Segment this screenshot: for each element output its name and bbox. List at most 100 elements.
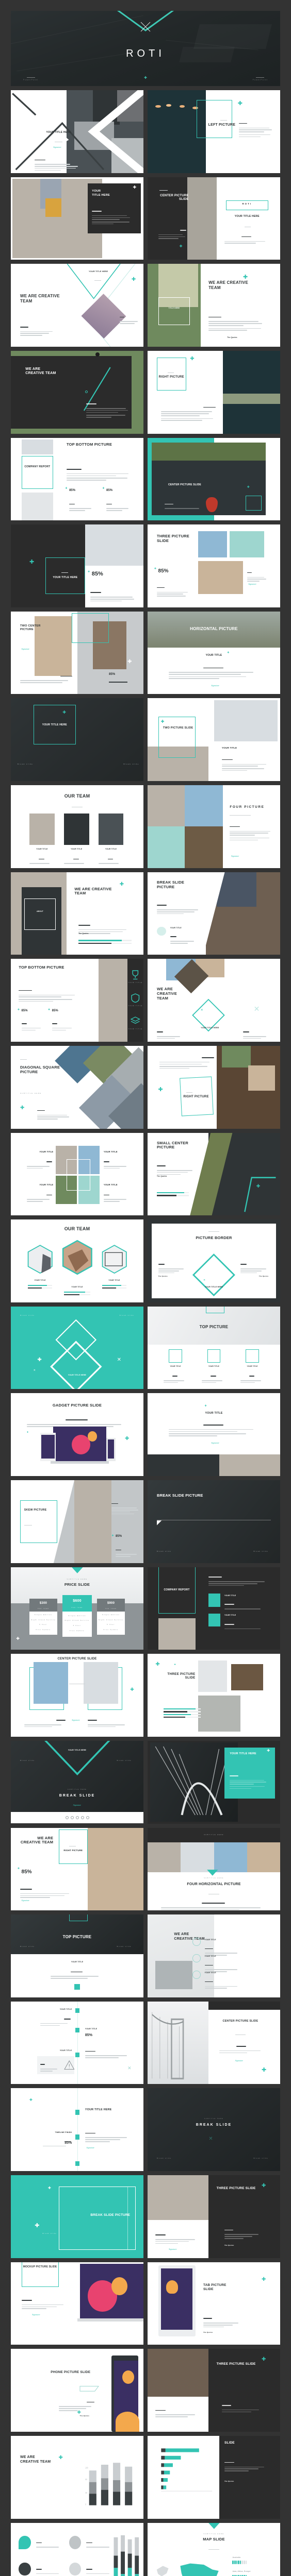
slide-small-center-picture[interactable]: SMALL CENTER PICTURE The Quotes ✚ [148,1133,280,1216]
slide-title: PHONE PICTURE SLIDE [27,2370,90,2375]
price-period: PER YEAR [62,1607,92,1608]
slide-phone-picture[interactable]: PHONE PICTURE SLIDE The Quotes ✚ [11,2349,143,2432]
diamond-outline-icon [187,1251,240,1299]
stat-value: 85% [22,1009,28,1012]
footer-right: Break slide [123,763,139,765]
slide-center-picture[interactable]: CENTER PICTURE SLIDE ✚ ROTI YOUR TITLE H… [148,177,280,260]
slide-break-teal[interactable]: ✚ ✚ Break slide BREAK SLIDE PICTURE [11,2175,143,2258]
slide-skew-picture[interactable]: SKEW PICTURE ✚ 85% [11,1480,143,1563]
title-slide[interactable]: ROTI PowerPoint PowerPoint ✚ [11,11,280,86]
body-text [29,854,55,865]
slide-creative-left[interactable]: TITLE HERE WE ARE CREATIVE TEAM ✚ The Qu… [148,264,280,347]
slide-dark-title-pct[interactable]: ✚ YOUR TITLE HERE ✚ 85% [11,524,143,607]
slide-right-picture[interactable]: ✚ RIGHT PICTURE [148,351,280,434]
slide-break-chevron[interactable]: YOUR TITLE HERE Break slide Break slide … [11,1741,143,1824]
pinterest-icon[interactable] [86,1816,89,1819]
body-text [224,232,269,245]
plus-icon: ✚ [262,2357,266,2362]
slide-break-dark-2[interactable]: SUBTITLE HERE BREAK SLIDE ✕ Break slide … [148,2088,280,2171]
slide-price[interactable]: SUBTITLE HERE PRICE SLIDE $300 PER YEAR … [11,1567,143,1650]
badge-label: RIGHT PICTURE [59,1849,88,1852]
slide-top-bottom-girl[interactable]: TOP BOTTOM PICTURE ✚ 85% ✚ 85% YOUR TITL… [11,959,143,1042]
slide-three-picture-dark[interactable]: THREE PICTURE SLIDE ✚ Signature The Quot… [148,2175,280,2258]
slide-creative-right-picture[interactable]: WE ARE CREATIVE TEAM RIGHT PICTURE ✚ 85%… [11,1828,143,1911]
slide-dark-keyboard[interactable]: ✚ YOUR TITLE HERE Break slide Break slid… [11,698,143,781]
google-icon[interactable] [76,1816,79,1819]
slide-center-two-frames[interactable]: CENTER PICTURE SLIDE ✚ Signature [11,1654,143,1737]
slide-four-grid-titles[interactable]: YOUR TITLE YOUR TITLE YOUR TITLE YOUR TI… [11,1133,143,1216]
stat-value: 85% [69,489,75,492]
slide-center-bridge[interactable]: CENTER PICTURE SLIDE Signature ✚ [148,2002,280,2084]
slide-title: YOUR TITLE [148,1412,280,1415]
slide-left-picture[interactable]: ✚ LEFT PICTURE [148,90,280,173]
slide-center-picture-strawberry[interactable]: CENTER PICTURE SLIDE ✚ [148,438,280,521]
body-text [165,499,204,510]
slide-three-picture[interactable]: THREE PICTURE SLIDE ✚ 85% Signature [148,524,280,607]
slide-teal-diamond[interactable]: Break slide Break slide ✚ ✕ ✕ YOUR TITLE… [11,1307,143,1389]
slide-horizontal-picture[interactable]: HORIZONTAL PICTURE YOUR TITLE ✚ Signatur… [148,612,280,694]
list-item-title: YOUR TITLE [40,2049,72,2052]
slide-subtitle: YOUR TITLE [187,654,240,657]
slide-three-picture-bars[interactable]: ✚ ✚ THREE PICTURE SLIDE [148,1654,280,1737]
slide-subtitle: YOUR TITLE [222,747,237,749]
stat-value: 85% [52,1009,58,1012]
slide-title: YOUR TITLE HERE [40,131,77,134]
slide-creative-diamond-2[interactable]: WE ARE CREATIVE TEAM ✕ ✕ YOUR TITLE HERE [148,959,280,1042]
slide-cover-x[interactable]: YOUR TITLE HERE Signature [11,90,143,173]
slide-creative-column-chart[interactable]: WE ARE CREATIVE TEAM ✚ 10060300 [11,2436,143,2519]
body-text [224,2458,269,2472]
slide-gadget-picture[interactable]: GADGET PICTURE SLIDE ✚ ✚ [11,1393,143,1476]
slide-title: WE ARE CREATIVE TEAM [19,1836,53,1845]
shield-icon [130,992,141,1004]
slide-creative-about[interactable]: ABOUT WE ARE CREATIVE TEAM ✚ The Quotes [11,872,143,955]
slide-icons-stacked-chart[interactable] [11,2523,143,2576]
slide-diagonal-square[interactable]: DIAGONAL SQUARE PICTURE SUBTITLE HERE ✚ [11,1046,143,1129]
linkedin-icon[interactable] [81,1816,84,1819]
slide-our-team-hexagon[interactable]: OUR TEAM YOUR TITLE YOUR TITLE YOUR TITL… [11,1219,143,1302]
progress-bars [64,1292,90,1297]
plus-icon: ✚ [132,277,136,282]
slide-center-text-photo[interactable]: ✚ YOUR TITLE Signature [148,1393,280,1476]
slide-mockup-laptop[interactable]: MOCKUP PICTURE SLIDE Signature [11,2262,143,2345]
slide-creative-icons3[interactable]: WE ARE CREATIVE TEAM YOUR TITLE YOUR TIT… [148,1914,280,1997]
slide-timeline-b[interactable]: ✚ YOUR TITLE HERE Signature TIMELINE FIN… [11,2088,143,2171]
progress-bars [102,1285,126,1290]
slide-title: BREAK SLIDE PICTURE [85,2213,130,2217]
slide-top-bottom-picture[interactable]: COMPANY REPORT TOP BOTTOM PICTURE ✚ 85% … [11,438,143,521]
slide-right-picture-2[interactable]: ✚ RIGHT PICTURE [148,1046,280,1129]
slide-tab-picture[interactable]: TAB PICTURE SLIDE ✚ The Quotes [148,2262,280,2345]
slide-four-horizontal-picture[interactable]: SUBTITLE HERE SUBTITLE HERE FOUR HORIZON… [148,1828,280,1911]
plus-icon: ✚ [180,245,183,248]
slide-picture-border[interactable]: PICTURE BORDER ✕ YOUR TITLE HERE The Quo… [148,1219,280,1302]
plus-icon: ✚ [133,185,136,190]
layers-icon [130,1015,141,1026]
slide-break-dark[interactable]: BREAK SLIDE PICTURE Break slide Break sl… [148,1480,280,1563]
price-feature: Night Cloud Service [62,1620,92,1621]
facebook-icon[interactable] [66,1816,69,1819]
list-item-title: YOUR TITLE [205,1955,216,1957]
slide-four-picture[interactable]: FOUR PICTURE Signature [148,785,280,868]
slide-three-picture-dark-2[interactable]: THREE PICTURE SLIDE ✚ [148,2349,280,2432]
slide-two-picture[interactable]: ✚ TWO PICTURE SLIDE YOUR TITLE [148,698,280,781]
slide-timeline-a[interactable]: YOUR TITLE YOUR TITLE 85% YOUR TITLE ✕ [11,2002,143,2084]
slide-top-picture-icons[interactable]: TOP PICTURE YOUR TITLE YOUR TITLE YOUR T… [148,1307,280,1389]
slide-top-picture-dark[interactable]: TOP PICTURE Break slide Break slide YOUR… [11,1914,143,1997]
slide-company-report-dark[interactable]: COMPANY REPORT YOUR TITLE YOUR TITLE [148,1567,280,1650]
twitter-icon[interactable] [71,1816,74,1819]
slide-creative-dark[interactable]: WE ARE CREATIVE TEAM [11,351,143,434]
body-text [170,931,200,945]
badge-label: ABOUT [24,910,56,912]
body-text [69,499,95,512]
slide-dark-callout[interactable]: YOUR TITLE HERE ✚ [11,177,143,260]
slide-our-team[interactable]: OUR TEAM YOUR TITLE YOUR TITLE YOUR TITL… [11,785,143,868]
slide-two-center-picture[interactable]: TWO CENTER PICTURE Signature ✚ 85% [11,612,143,694]
plus-icon: ✚ [256,1184,261,1189]
slide-break-picture[interactable]: BREAK SLIDE PICTURE YOUR TITLE [148,872,280,955]
slide-creative-diamond[interactable]: YOUR TITLE HERE WE ARE CREATIVE TEAM ✚ [11,264,143,347]
slide-map[interactable]: SUBTITLE HERE MAP SLIDE Australia Asia, … [148,2523,280,2576]
quote-label: The Quotes [259,1276,269,1278]
body-text [43,2137,72,2148]
slide-barchart-dark[interactable]: SLIDE The Quotes [148,2436,280,2519]
slide-dark-bridge-teal[interactable]: YOUR TITLE HERE ✚ [148,1741,280,1824]
body-text [67,464,136,482]
